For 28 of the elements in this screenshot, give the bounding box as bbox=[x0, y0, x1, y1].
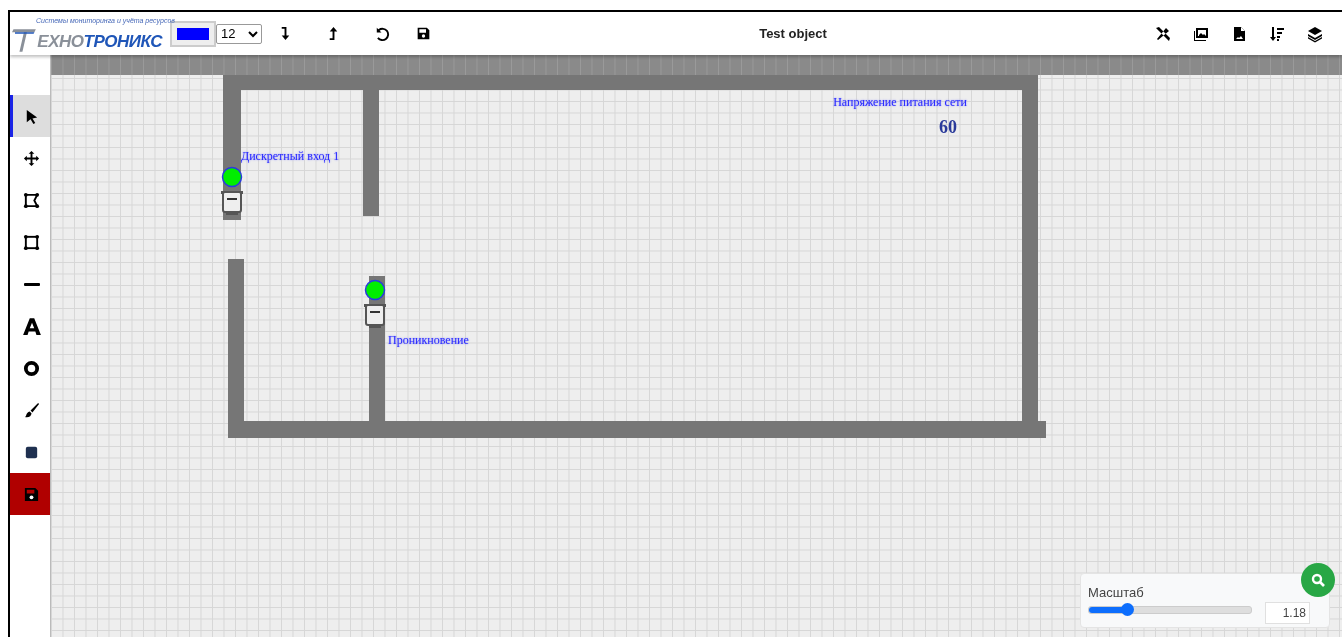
text-letter-icon bbox=[21, 316, 42, 336]
sensor-label: Дискретный вход 1 bbox=[241, 149, 340, 164]
save-icon bbox=[23, 485, 40, 503]
logo-text: ЕХНО bbox=[37, 31, 84, 52]
save-icon bbox=[415, 26, 431, 41]
scale-slider[interactable] bbox=[1088, 606, 1252, 614]
sensor-label: Проникновение bbox=[388, 333, 469, 348]
font-size-select[interactable]: 12 bbox=[216, 23, 262, 44]
move-arrows-icon bbox=[23, 149, 40, 167]
sensor-device-icon[interactable] bbox=[221, 191, 243, 215]
search-icon bbox=[1311, 573, 1325, 587]
logo-text: ТРОНИКС bbox=[83, 31, 162, 52]
polygon-icon bbox=[23, 191, 40, 209]
tools-icon bbox=[1154, 24, 1172, 43]
layers-icon bbox=[1306, 24, 1324, 43]
sensor-device-icon[interactable] bbox=[364, 304, 386, 328]
slider-thumb[interactable] bbox=[1120, 603, 1134, 616]
scale-label: Масштаб bbox=[1088, 585, 1144, 600]
circle-icon bbox=[23, 359, 40, 377]
rectangle-icon bbox=[23, 233, 40, 251]
sort-icon bbox=[1268, 24, 1286, 43]
brush-icon bbox=[23, 401, 40, 419]
reading-value: 60 bbox=[939, 117, 957, 138]
scale-value: 1.18 bbox=[1265, 602, 1310, 624]
window-title: Test object bbox=[758, 26, 828, 41]
reading-label: Напряжение питания сети bbox=[833, 95, 967, 110]
tool-button[interactable] bbox=[10, 95, 50, 137]
zoom-button[interactable] bbox=[1301, 563, 1335, 597]
